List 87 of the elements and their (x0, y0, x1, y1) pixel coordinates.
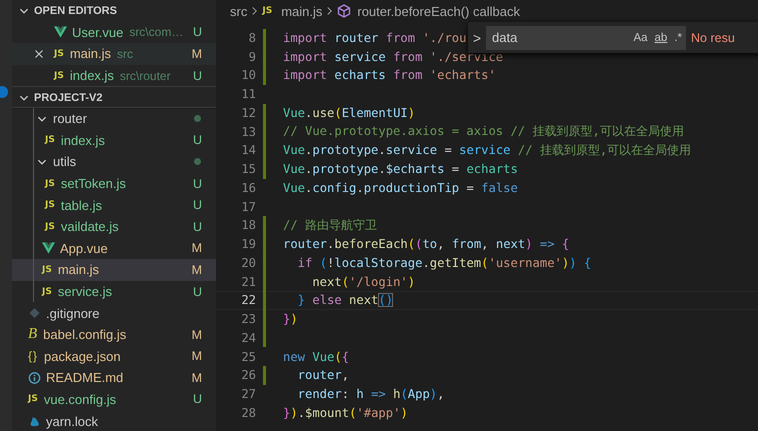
line-number: 11 (240, 87, 256, 102)
vue-file-icon (42, 242, 55, 254)
line-number: 26 (240, 368, 256, 382)
line-number: 10 (240, 68, 256, 82)
file-item[interactable]: JS vaildate.js U (12, 216, 216, 238)
line-number: 13 (240, 124, 256, 139)
cat-icon (28, 415, 41, 428)
expand-toggle[interactable]: > (468, 30, 486, 46)
breadcrumb-item[interactable]: JS main.js (262, 4, 322, 18)
line-number: 9 (248, 50, 256, 64)
code-line: router.beforeEach((to, from, next) => { (283, 237, 570, 252)
folder-item[interactable]: utils (12, 151, 216, 173)
line-number: 18 (240, 218, 256, 232)
find-option-toggle[interactable]: Aa (633, 32, 648, 44)
code-line: // 路由导航守卫 (283, 216, 378, 234)
js-file-icon: JS (42, 286, 52, 297)
code-line: }) (283, 312, 298, 326)
js-file-icon: JS (45, 200, 55, 210)
section-header[interactable]: PROJECT-V2 (12, 86, 216, 108)
line-number: 23 (240, 312, 256, 326)
line-number: 8 (248, 30, 256, 45)
breadcrumb-item[interactable]: router.beforeEach() callback (337, 4, 520, 18)
code-line: next('/login') (311, 274, 416, 289)
babel-file-icon: B (28, 326, 38, 344)
js-file-icon: JS (45, 222, 55, 232)
line-number: 14 (240, 143, 256, 158)
line-number: 12 (240, 106, 256, 120)
open-editor-item[interactable]: JS main.js src M (12, 43, 216, 65)
find-option-toggle[interactable]: .* (674, 32, 682, 44)
js-file-icon: JS (28, 394, 38, 404)
vue-file-icon (54, 26, 67, 38)
breadcrumb-item[interactable]: src (230, 4, 248, 18)
file-item[interactable]: README.md M (12, 367, 216, 389)
code-line: } else next() (296, 293, 394, 308)
js-file-icon: JS (42, 264, 52, 275)
code-line: Vue.use(ElementUI) (283, 106, 416, 120)
code-line: import router from './rou (283, 30, 466, 45)
file-item[interactable]: JS index.js U (12, 130, 216, 152)
line-number: 21 (240, 274, 256, 289)
line-number: 17 (240, 200, 256, 214)
code-line: Vue.config.productionTip = false (283, 180, 518, 195)
section-header[interactable]: OPEN EDITORS (12, 0, 216, 22)
js-file-icon: JS (45, 135, 55, 146)
file-item[interactable]: {} package.json M (12, 346, 216, 368)
find-option-toggle[interactable]: ab (654, 32, 668, 44)
line-number: 27 (240, 387, 256, 402)
chevron-icon (326, 6, 334, 16)
line-number: 24 (240, 330, 256, 345)
file-item[interactable]: B babel.config.js M (12, 324, 216, 346)
file-item[interactable]: JS table.js U (12, 194, 216, 216)
file-item[interactable]: JS main.js M (12, 259, 216, 281)
open-editor-item[interactable]: JS index.js src\router U (12, 64, 216, 86)
no-results-message: No resu (691, 30, 735, 44)
diamond-icon (28, 307, 41, 320)
line-number: 16 (240, 180, 256, 195)
code-line: router, (296, 368, 350, 382)
code-line: Vue.prototype.$echarts = echarts (283, 162, 518, 176)
js-file-icon: JS (54, 48, 64, 59)
line-number: 20 (240, 256, 256, 270)
code-line: import echarts from 'echarts' (283, 68, 496, 82)
cube-icon (337, 4, 352, 18)
line-number: 25 (240, 350, 256, 364)
file-item[interactable]: JS service.js U (12, 280, 216, 302)
line-number: 19 (240, 237, 256, 252)
file-item[interactable]: JS setToken.js U (12, 172, 216, 194)
info-icon (28, 372, 41, 384)
code-line: if (!localStorage.getItem('username')) { (296, 256, 592, 270)
file-item[interactable]: .gitignore (12, 302, 216, 324)
line-number: 15 (240, 162, 256, 176)
folder-item[interactable]: router (12, 108, 216, 130)
code-line: }).$mount('#app') (283, 406, 408, 420)
code-line: // Vue.prototype.axios = axios // 挂载到原型,可以在全局使用 (283, 123, 684, 140)
find-input[interactable]: data Aa ab .* (486, 26, 686, 50)
js-file-icon: JS (54, 70, 64, 81)
open-editor-item[interactable]: User.vue src\com… U (12, 22, 216, 44)
line-number: 22 (240, 293, 256, 308)
code-line: new Vue({ (283, 350, 350, 364)
json-file-icon: {} (28, 349, 38, 364)
close-icon[interactable] (34, 48, 44, 59)
chevron-icon (251, 6, 258, 16)
code-line: import service from './service (283, 50, 504, 64)
file-item[interactable]: JS vue.config.js U (12, 388, 216, 410)
js-file-icon: JS (45, 178, 55, 189)
code-line: render: h => h(App), (296, 387, 444, 402)
file-item[interactable]: yarn.lock (12, 410, 216, 431)
code-line: Vue.prototype.service = service // 挂载到原型,可以在全局使用 (283, 142, 692, 159)
line-number: 28 (240, 406, 256, 420)
